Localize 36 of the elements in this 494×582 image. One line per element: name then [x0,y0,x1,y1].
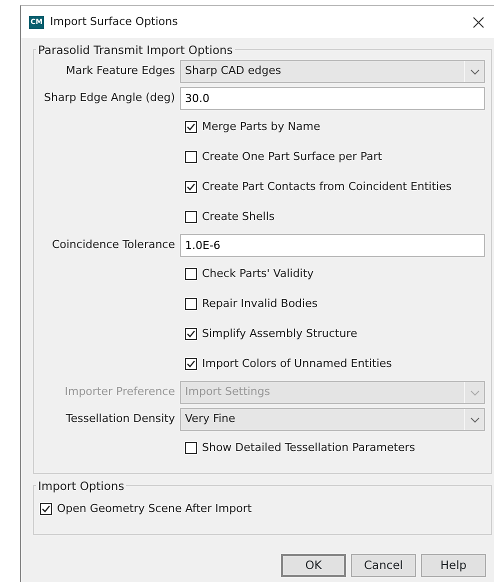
input-field[interactable]: 1.0E-6 [180,234,485,257]
checkbox[interactable] [185,328,197,340]
checkbox-label: Create Shells [202,208,275,225]
field-label: Sharp Edge Angle (deg) [43,90,176,106]
field-label: Tessellation Density [64,411,176,428]
checkbox-label: Repair Invalid Bodies [202,296,318,312]
checkbox-label: Show Detailed Tessellation Parameters [202,440,416,456]
checkbox[interactable] [40,503,52,515]
checkbox-label: Simplify Assembly Structure [202,326,358,342]
window-title: Import Surface Options [50,14,178,30]
dialog-button[interactable]: OK [281,554,346,577]
field-label: Mark Feature Edges [64,63,176,80]
dialog-button[interactable]: Help [421,554,486,577]
checkbox[interactable] [185,211,197,223]
field-label: Importer Preference [64,384,176,400]
checkbox[interactable] [185,442,197,454]
checkbox[interactable] [185,268,197,280]
checkbox[interactable] [185,151,197,163]
checkbox[interactable] [185,358,197,370]
dropdown[interactable]: Very Fine [180,408,485,431]
checkbox-label: Merge Parts by Name [202,118,320,135]
field-label: Coincidence Tolerance [50,237,176,254]
close-icon[interactable] [473,16,484,28]
checkbox[interactable] [185,181,197,193]
input-field[interactable]: 30.0 [180,87,485,110]
dropdown[interactable]: Sharp CAD edges [180,60,485,83]
checkbox[interactable] [185,298,197,310]
group-title: Parasolid Transmit Import Options [36,42,235,60]
checkbox[interactable] [185,121,197,133]
checkbox-label: Import Colors of Unnamed Entities [202,356,392,372]
checkbox-label: Create Part Contacts from Coincident Entities [202,178,452,195]
checkbox-label: Open Geometry Scene After Import [57,500,252,517]
dialog-button[interactable]: Cancel [351,554,416,577]
checkbox-label: Check Parts' Validity [202,266,314,282]
group-title: Import Options [36,478,126,496]
checkbox-label: Create One Part Surface per Part [202,148,382,165]
